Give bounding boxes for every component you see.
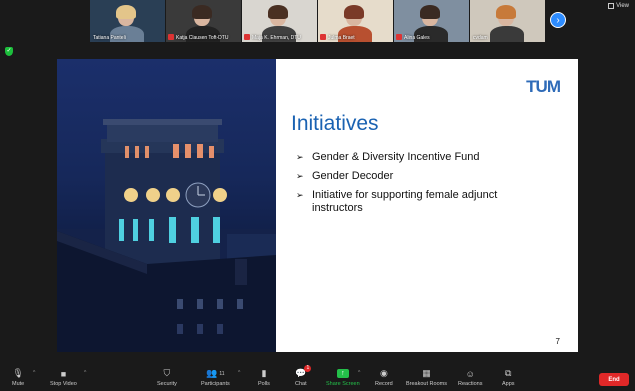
tum-logo: TUM xyxy=(526,77,561,96)
participant-name: Alina Gales xyxy=(404,35,430,41)
encryption-shield-icon[interactable]: ✓ xyxy=(5,47,13,56)
mute-button[interactable]: 🎙 Mute xyxy=(12,368,24,387)
chat-button[interactable]: 💬 1 Chat xyxy=(295,365,312,387)
participant-hair xyxy=(116,5,136,19)
participant-tile[interactable]: Tatiana Panteli xyxy=(90,0,165,42)
participant-hair xyxy=(268,5,288,19)
view-button[interactable]: View xyxy=(608,3,629,9)
participant-tile[interactable]: Maja K. Ehrman, DTU xyxy=(242,0,317,42)
participant-hair xyxy=(420,5,440,19)
reactions-button[interactable]: ☺ Reactions xyxy=(458,368,482,388)
participants-options-caret-icon[interactable]: ^ xyxy=(238,370,240,376)
microphone-icon: 🎙 xyxy=(12,368,24,378)
participant-tile[interactable]: Julma Braet xyxy=(318,0,393,42)
video-options-caret-icon[interactable]: ^ xyxy=(84,370,86,376)
record-button[interactable]: ◉ Record xyxy=(375,368,393,387)
share-screen-button[interactable]: ↑ Share Screen xyxy=(326,368,360,387)
gallery-next-arrow-icon[interactable]: › xyxy=(550,12,566,28)
share-screen-icon: ↑ xyxy=(336,368,349,379)
participant-name: Maja K. Ehrman, DTU xyxy=(252,35,301,41)
chat-unread-badge: 1 xyxy=(304,365,312,372)
bullet-item: ➢ Gender & Diversity Incentive Fund xyxy=(296,151,480,163)
participants-count: 11 xyxy=(219,370,225,377)
participant-tile[interactable]: cvdam xyxy=(470,0,545,42)
clock-tower-photo xyxy=(57,59,276,352)
participants-button[interactable]: 👥 11 Participants xyxy=(201,368,230,387)
participant-body xyxy=(490,26,524,42)
zoom-meeting-window: Tatiana Panteli Katja Clausen Toft-DTU Maj… xyxy=(0,0,635,391)
grid-icon xyxy=(608,3,615,9)
arrow-bullet-icon: ➢ xyxy=(296,190,304,200)
stop-video-button[interactable]: ■ Stop Video xyxy=(50,368,77,388)
participant-hair xyxy=(192,5,212,19)
participant-tile[interactable]: Alina Gales xyxy=(394,0,469,42)
record-icon: ◉ xyxy=(379,368,388,378)
shared-screen-slide: TUM Initiatives ➢ Gender & Diversity Ince… xyxy=(57,59,578,352)
apps-icon: ⧉ xyxy=(505,368,512,378)
muted-mic-icon xyxy=(244,34,250,40)
shield-icon: ⛉ xyxy=(163,368,171,378)
mute-options-caret-icon[interactable]: ^ xyxy=(33,370,35,376)
security-button[interactable]: ⛉ Security xyxy=(157,368,177,387)
participant-name: Julma Braet xyxy=(328,35,355,41)
participant-name: Tatiana Panteli xyxy=(93,35,126,41)
arrow-bullet-icon: ➢ xyxy=(296,152,304,162)
bullet-list: ➢ Gender & Diversity Incentive Fund ➢ Gend… xyxy=(296,151,536,221)
polls-button[interactable]: ▮ Polls xyxy=(258,368,270,387)
bullet-item: ➢ Initiative for supporting female adjunc… xyxy=(296,189,498,214)
view-label: View xyxy=(616,3,629,9)
breakout-rooms-icon: ▦ xyxy=(422,368,431,378)
slide-title: Initiatives xyxy=(291,112,379,135)
participant-name: Katja Clausen Toft-DTU xyxy=(176,35,229,41)
muted-mic-icon xyxy=(396,34,402,40)
meeting-toolbar: 🎙 Mute ^ ■ Stop Video ^ ⛉ Security 👥 11 P… xyxy=(0,364,635,391)
participant-name: cvdam xyxy=(473,35,488,41)
apps-button[interactable]: ⧉ Apps xyxy=(502,368,515,387)
muted-mic-icon xyxy=(320,34,326,40)
end-meeting-button[interactable]: End xyxy=(599,373,629,386)
chat-bubble-icon: 💬 1 xyxy=(295,365,312,379)
participants-icon: 👥 11 xyxy=(206,368,225,378)
participant-hair xyxy=(344,5,364,19)
share-options-caret-icon[interactable]: ^ xyxy=(358,370,360,376)
arrow-bullet-icon: ➢ xyxy=(296,171,304,181)
bar-chart-icon: ▮ xyxy=(261,368,267,378)
slide-text-panel: TUM Initiatives ➢ Gender & Diversity Ince… xyxy=(276,59,578,352)
video-camera-icon: ■ xyxy=(60,368,67,379)
participant-tile[interactable]: Katja Clausen Toft-DTU xyxy=(166,0,241,42)
smiley-icon: ☺ xyxy=(465,368,475,379)
clock-tower-illustration xyxy=(57,119,276,352)
participant-gallery: Tatiana Panteli Katja Clausen Toft-DTU Maj… xyxy=(90,0,545,42)
participant-hair xyxy=(496,5,516,19)
breakout-rooms-button[interactable]: ▦ Breakout Rooms xyxy=(406,368,447,387)
muted-mic-icon xyxy=(168,34,174,40)
bullet-item: ➢ Gender Decoder xyxy=(296,170,394,182)
slide-page-number: 7 xyxy=(555,337,560,346)
